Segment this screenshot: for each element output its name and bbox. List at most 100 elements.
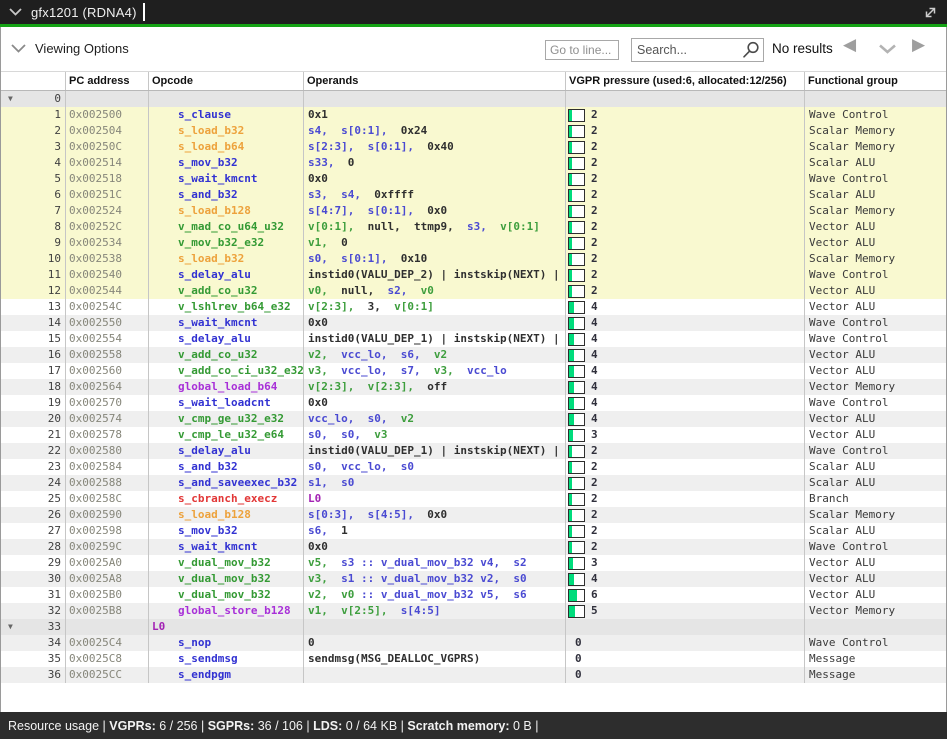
functional-group-cell [805,619,946,635]
search-icon[interactable] [742,41,760,59]
asm-instruction-row[interactable]: 30x00250Cs_load_b64s[2:3], s[0:1], 0x402… [1,139,946,155]
asm-instruction-row[interactable]: 140x002550s_wait_kmcnt0x04Wave Control [1,315,946,331]
row-number: 28 [48,540,61,553]
operand-token: v0 [341,588,361,601]
table-header: PC address Opcode Operands VGPR pressure… [1,71,946,91]
asm-instruction-row[interactable]: 230x002584s_and_b32s0, vcc_lo, s02Scalar… [1,459,946,475]
asm-instruction-row[interactable]: 40x002514s_mov_b32s33, 02Scalar ALU [1,155,946,171]
asm-instruction-row[interactable]: 90x002534v_mov_b32_e32v1, 02Vector ALU [1,235,946,251]
row-number-cell: 9 [1,235,66,251]
row-number: 6 [54,188,61,201]
asm-instruction-row[interactable]: 220x002580s_delay_aluinstid0(VALU_DEP_1)… [1,443,946,459]
opcode: v_add_co_u32 [178,348,257,361]
asm-instruction-row[interactable]: 20x002504s_load_b32s4, s[0:1], 0x242Scal… [1,123,946,139]
pc-address: 0x002534 [69,236,122,249]
functional-group: Scalar Memory [809,508,895,521]
operand-token: 0x0 [308,396,328,409]
asm-instruction-row[interactable]: 310x0025B0v_dual_mov_b32v2, v0 :: v_dual… [1,587,946,603]
branch-label: L0 [152,620,165,633]
opcode: s_wait_loadcnt [178,396,271,409]
row-number: 9 [54,236,61,249]
opcode-cell: s_load_b64 [149,139,304,155]
functional-group-cell: Scalar Memory [805,507,946,523]
expand-icon[interactable] [923,5,938,20]
operand-token: s6, [308,524,341,537]
functional-group: Vector ALU [809,556,875,569]
asm-instruction-row[interactable]: 200x002574v_cmp_ge_u32_e32vcc_lo, s0, v2… [1,411,946,427]
asm-instruction-row[interactable]: 170x002560v_add_co_ci_u32_e32v3, vcc_lo,… [1,363,946,379]
vgpr-pressure-cell: 2 [566,507,805,523]
asm-instruction-row[interactable]: 290x0025A0v_dual_mov_b32v5, s3 :: v_dual… [1,555,946,571]
pc-address-cell: 0x002578 [66,427,149,443]
asm-instruction-row[interactable]: 250x00258Cs_cbranch_execzL02Branch [1,491,946,507]
next-result-button[interactable]: ▶ [912,36,925,53]
asm-instruction-row[interactable]: 350x0025C8s_sendmsgsendmsg(MSG_DEALLOC_V… [1,651,946,667]
operands-cell: v[2:3], v[2:3], off [304,379,566,395]
previous-result-button[interactable]: ◀ [843,36,856,53]
operands-cell: instid0(VALU_DEP_2) | instskip(NEXT) | [304,267,566,283]
row-number-cell: 8 [1,219,66,235]
row-number: 23 [48,460,61,473]
collapse-triangle-icon[interactable]: ▼ [8,619,13,635]
pc-address-cell: 0x0025B0 [66,587,149,603]
viewing-options-expander[interactable]: Viewing Options [11,41,129,56]
row-number-cell[interactable]: ▼33 [1,619,66,635]
asm-instruction-row[interactable]: 10x002500s_clause0x12Wave Control [1,107,946,123]
asm-instruction-row[interactable]: 100x002538s_load_b32s0, s[0:1], 0x102Sca… [1,251,946,267]
row-number-cell[interactable]: ▼0 [1,91,66,107]
column-header-expander [1,72,66,90]
pc-address-cell: 0x00251C [66,187,149,203]
asm-instruction-row[interactable]: 110x002540s_delay_aluinstid0(VALU_DEP_2)… [1,267,946,283]
row-number: 29 [48,556,61,569]
operands-cell: 0x1 [304,107,566,123]
asm-instruction-row[interactable]: 120x002544v_add_co_u32v0, null, s2, v02V… [1,283,946,299]
asm-instruction-row[interactable]: 340x0025C4s_nop00Wave Control [1,635,946,651]
pc-address-cell: 0x00252C [66,219,149,235]
row-number: 35 [48,652,61,665]
asm-group-row[interactable]: ▼33 L0 [1,619,946,635]
asm-instruction-row[interactable]: 70x002524s_load_b128s[4:7], s[0:1], 0x02… [1,203,946,219]
vgpr-pressure-value: 4 [591,331,598,347]
asm-instruction-row[interactable]: 60x00251Cs_and_b32s3, s4, 0xffff2Scalar … [1,187,946,203]
operand-token: vcc_lo [467,364,507,377]
asm-instruction-row[interactable]: 270x002598s_mov_b32s6, 12Scalar ALU [1,523,946,539]
asm-instruction-row[interactable]: 130x00254Cv_lshlrev_b64_e32v[2:3], 3, v[… [1,299,946,315]
operand-token: 0x0 [427,204,447,217]
search-box [631,38,764,62]
row-number: 26 [48,508,61,521]
operand-token: v5, [308,556,341,569]
asm-instruction-row[interactable]: 80x00252Cv_mad_co_u64_u32v[0:1], null, t… [1,219,946,235]
pc-address-cell: 0x002598 [66,523,149,539]
asm-instruction-row[interactable]: 240x002588s_and_saveexec_b32s1, s02Scala… [1,475,946,491]
asm-instruction-row[interactable]: 300x0025A8v_dual_mov_b32v3, s1 :: v_dual… [1,571,946,587]
asm-instruction-row[interactable]: 50x002518s_wait_kmcnt0x02Wave Control [1,171,946,187]
asm-instruction-row[interactable]: 160x002558v_add_co_u32v2, vcc_lo, s6, v2… [1,347,946,363]
vgpr-pressure-value: 4 [591,363,598,379]
asm-instruction-row[interactable]: 280x00259Cs_wait_kmcnt0x02Wave Control [1,539,946,555]
asm-instruction-row[interactable]: 190x002570s_wait_loadcnt0x04Wave Control [1,395,946,411]
chevron-down-icon[interactable] [9,8,22,16]
asm-instruction-row[interactable]: 260x002590s_load_b128s[0:3], s[4:5], 0x0… [1,507,946,523]
row-number-cell: 25 [1,491,66,507]
operand-token: s6 [513,588,526,601]
chevron-down-icon[interactable] [879,44,896,54]
collapse-triangle-icon[interactable]: ▼ [8,91,13,107]
operand-token: s[4:7], [308,204,368,217]
asm-instruction-row[interactable]: 150x002554s_delay_aluinstid0(VALU_DEP_1)… [1,331,946,347]
row-number: 5 [54,172,61,185]
row-number-cell: 2 [1,123,66,139]
operand-token: s0 [401,460,414,473]
asm-instruction-row[interactable]: 320x0025B8global_store_b128v1, v[2:5], s… [1,603,946,619]
asm-instruction-row[interactable]: 360x0025CCs_endpgm0Message [1,667,946,683]
asm-group-row[interactable]: ▼0 [1,91,946,107]
vgpr-pressure-bar [568,285,585,298]
functional-group: Vector ALU [809,300,875,313]
goto-line-input[interactable] [545,40,619,60]
asm-instruction-row[interactable]: 210x002578v_cmp_le_u32_e64s0, s0, v33Vec… [1,427,946,443]
row-number: 19 [48,396,61,409]
operand-token: s1 [341,572,361,585]
functional-group: Wave Control [809,444,888,457]
asm-instruction-row[interactable]: 180x002564global_load_b64v[2:3], v[2:3],… [1,379,946,395]
column-header-opcode: Opcode [149,72,304,90]
pc-address-cell: 0x0025C4 [66,635,149,651]
